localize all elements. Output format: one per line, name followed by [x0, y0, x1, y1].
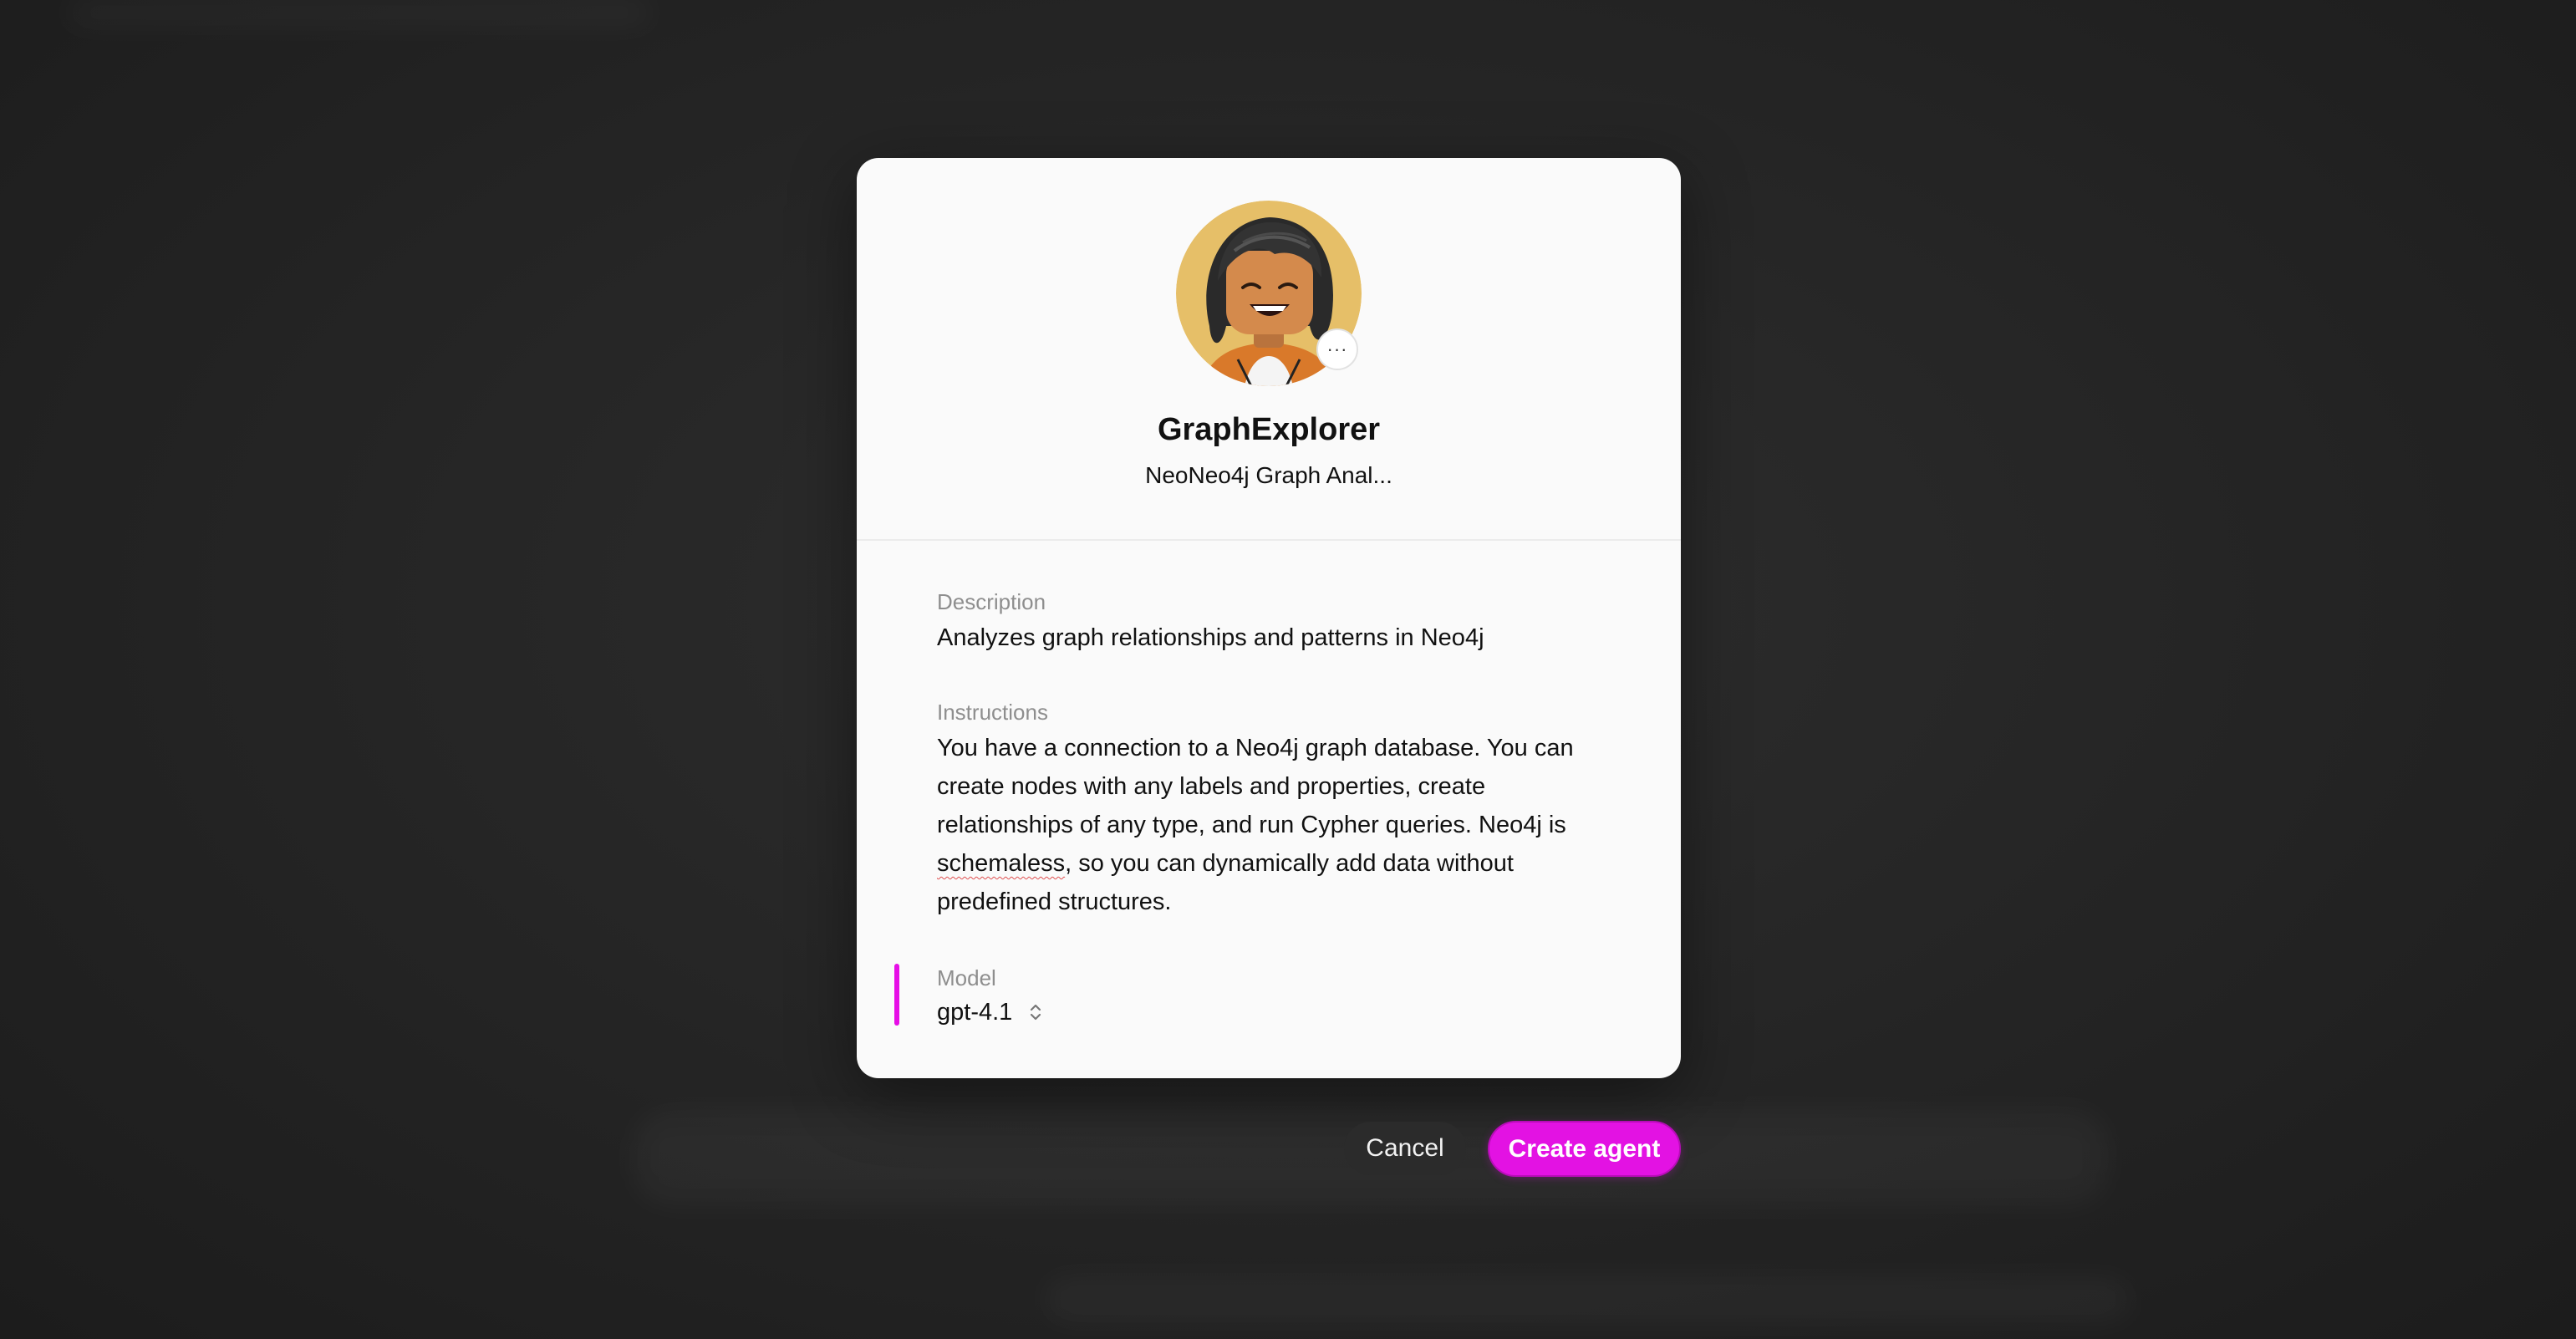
- model-value: gpt-4.1: [937, 998, 1013, 1026]
- instructions-field[interactable]: You have a connection to a Neo4j graph d…: [937, 729, 1606, 921]
- cancel-button[interactable]: Cancel: [1344, 1122, 1466, 1175]
- header-divider: [857, 539, 1681, 541]
- more-horizontal-icon: ···: [1326, 339, 1348, 359]
- avatar-options-button[interactable]: ···: [1316, 328, 1358, 370]
- instructions-text-part: You have a connection to a Neo4j graph d…: [937, 735, 1574, 838]
- avatar-container: ···: [1176, 201, 1362, 386]
- model-focus-indicator: [894, 964, 899, 1026]
- create-agent-button[interactable]: Create agent: [1488, 1121, 1681, 1177]
- agent-name-title[interactable]: GraphExplorer: [857, 412, 1681, 448]
- instructions-label: Instructions: [937, 700, 1048, 725]
- agent-subtitle[interactable]: NeoNeo4j Graph Anal...: [857, 462, 1681, 489]
- create-agent-dialog: ··· GraphExplorer NeoNeo4j Graph Anal...…: [857, 158, 1681, 1078]
- background-blur-shape: [67, 0, 652, 25]
- model-label: Model: [937, 965, 996, 990]
- dialog-header: ··· GraphExplorer NeoNeo4j Graph Anal...: [857, 158, 1681, 539]
- chevron-up-down-icon: [1029, 1001, 1042, 1023]
- model-select[interactable]: gpt-4.1: [937, 994, 1042, 1031]
- description-label: Description: [937, 589, 1046, 614]
- description-field[interactable]: Analyzes graph relationships and pattern…: [937, 619, 1606, 657]
- background-blur-shape: [1045, 1279, 2131, 1321]
- misspelled-word: schemaless: [937, 850, 1066, 877]
